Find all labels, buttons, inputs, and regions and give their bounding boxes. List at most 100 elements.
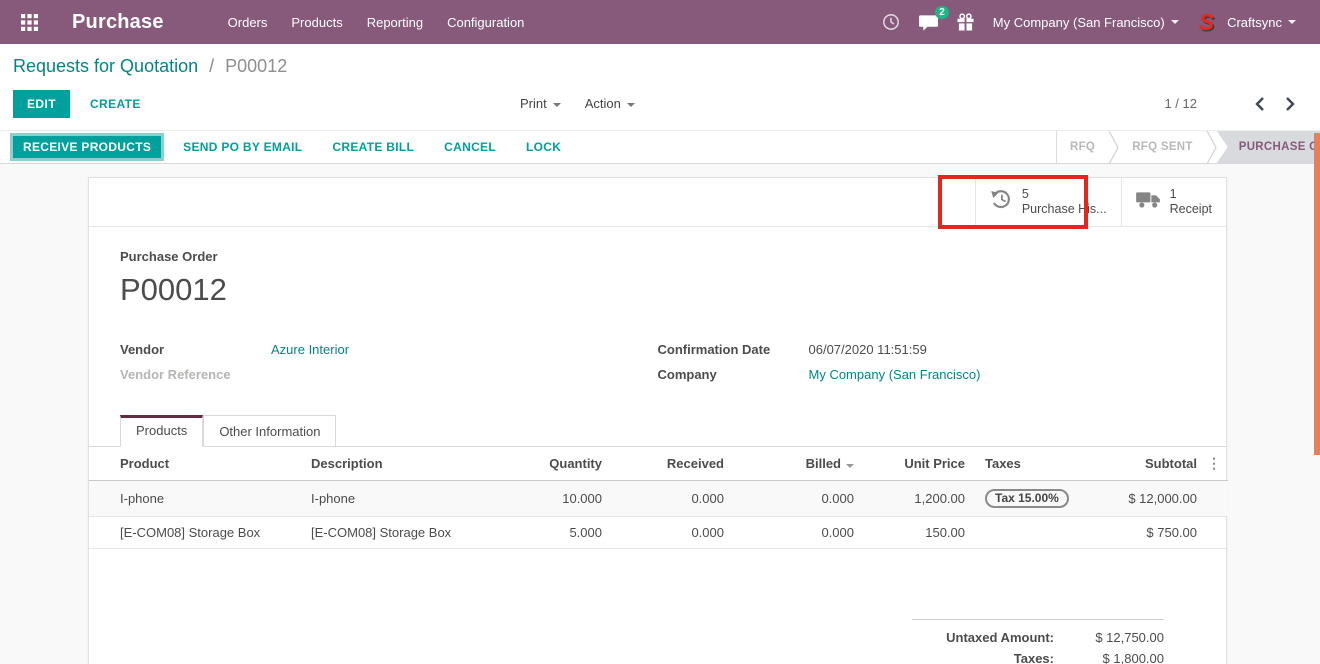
action-menu-button[interactable]: Action xyxy=(585,96,635,111)
chevron-down-icon xyxy=(1171,20,1179,24)
print-menu-button[interactable]: Print xyxy=(520,96,561,111)
app-name[interactable]: Purchase xyxy=(72,11,164,34)
control-buttons-row: EDIT CREATE Print Action 1 / 12 xyxy=(13,90,1307,117)
send-po-by-email-button[interactable]: SEND PO BY EMAIL xyxy=(172,134,313,160)
header-product[interactable]: Product xyxy=(89,447,301,481)
header-received[interactable]: Received xyxy=(612,447,734,481)
breadcrumb-separator: / xyxy=(209,56,214,76)
untaxed-amount-row: Untaxed Amount: $ 12,750.00 xyxy=(912,627,1164,648)
edit-button[interactable]: EDIT xyxy=(13,90,70,118)
company-switcher-label: My Company (San Francisco) xyxy=(993,15,1165,30)
cell-quantity: 10.000 xyxy=(492,481,612,517)
table-header-row: Product Description Quantity Received Bi… xyxy=(89,447,1228,481)
stage-separator-icon xyxy=(1206,131,1217,163)
cell-product: I-phone xyxy=(89,481,301,517)
statusbar-buttons: RECEIVE PRODUCTS SEND PO BY EMAIL CREATE… xyxy=(0,131,1056,163)
header-unit-price[interactable]: Unit Price xyxy=(864,447,975,481)
cell-quantity: 5.000 xyxy=(492,517,612,549)
company-label: Company xyxy=(658,367,809,382)
company-switcher[interactable]: My Company (San Francisco) xyxy=(983,9,1189,36)
pager: 1 / 12 xyxy=(1164,96,1307,111)
statusbar: RECEIVE PRODUCTS SEND PO BY EMAIL CREATE… xyxy=(0,130,1320,164)
menu-configuration[interactable]: Configuration xyxy=(435,8,536,37)
tab-other-information[interactable]: Other Information xyxy=(203,415,336,446)
message-count-badge: 2 xyxy=(935,6,949,19)
confirmation-date-value: 06/07/2020 11:51:59 xyxy=(809,342,1196,357)
stage-purchase-order[interactable]: PURCHASE ORDER xyxy=(1217,131,1320,163)
vendor-reference-value xyxy=(271,367,658,382)
pager-previous-icon[interactable] xyxy=(1255,97,1264,111)
pager-value: 1 / 12 xyxy=(1164,96,1197,111)
user-name: Craftsync xyxy=(1227,15,1282,30)
table-row[interactable]: I-phone I-phone 10.000 0.000 0.000 1,200… xyxy=(89,481,1228,517)
cell-received: 0.000 xyxy=(612,481,734,517)
stage-rfq-sent[interactable]: RFQ SENT xyxy=(1119,131,1206,163)
menu-products[interactable]: Products xyxy=(279,8,354,37)
field-groups: Vendor Azure Interior Vendor Reference C… xyxy=(120,342,1195,382)
header-description[interactable]: Description xyxy=(301,447,492,481)
main-menu: Orders Products Reporting Configuration xyxy=(216,8,537,37)
tab-products[interactable]: Products xyxy=(120,415,203,447)
create-bill-button[interactable]: CREATE BILL xyxy=(321,134,425,160)
cell-description: [E-COM08] Storage Box xyxy=(301,517,492,549)
document-type-label: Purchase Order xyxy=(120,249,1195,264)
apps-grid-icon[interactable] xyxy=(14,7,44,37)
purchase-history-count: 5 xyxy=(1022,187,1107,202)
untaxed-amount-value: $ 12,750.00 xyxy=(1054,630,1164,645)
right-field-column: Confirmation Date 06/07/2020 11:51:59 Co… xyxy=(658,342,1196,382)
menu-orders[interactable]: Orders xyxy=(216,8,280,37)
purchase-history-smart-button[interactable]: 5 Purchase His... xyxy=(975,178,1121,226)
receipt-count: 1 xyxy=(1170,187,1212,202)
company-value: My Company (San Francisco) xyxy=(809,367,1196,382)
header-quantity[interactable]: Quantity xyxy=(492,447,612,481)
order-lines-table: Product Description Quantity Received Bi… xyxy=(89,447,1226,549)
order-name: P00012 xyxy=(120,272,1195,308)
table-row[interactable]: [E-COM08] Storage Box [E-COM08] Storage … xyxy=(89,517,1228,549)
header-billed[interactable]: Billed xyxy=(734,447,864,481)
truck-icon xyxy=(1136,190,1161,214)
top-navbar: Purchase Orders Products Reporting Confi… xyxy=(0,0,1320,44)
header-subtotal[interactable]: Subtotal xyxy=(1095,447,1207,481)
taxes-value: $ 1,800.00 xyxy=(1054,651,1164,664)
header-taxes[interactable]: Taxes xyxy=(975,447,1095,481)
menu-reporting[interactable]: Reporting xyxy=(355,8,435,37)
cell-subtotal: $ 12,000.00 xyxy=(1095,481,1207,517)
company-link[interactable]: My Company (San Francisco) xyxy=(809,367,981,382)
purchase-history-label: Purchase His... xyxy=(1022,202,1107,216)
stage-separator-icon xyxy=(1108,131,1119,163)
taxes-row: Taxes: $ 1,800.00 xyxy=(912,648,1164,664)
cell-billed: 0.000 xyxy=(734,517,864,549)
cell-unit-price: 1,200.00 xyxy=(864,481,975,517)
lock-button[interactable]: LOCK xyxy=(515,134,572,160)
breadcrumb-current: P00012 xyxy=(225,56,287,76)
sheet-body: Purchase Order P00012 Vendor Azure Inter… xyxy=(89,227,1226,664)
systray: 2 My Company (San Francisco) S Craftsync xyxy=(873,5,1306,39)
user-menu[interactable]: S Craftsync xyxy=(1189,5,1306,39)
confirmation-date-label: Confirmation Date xyxy=(658,342,809,357)
receive-products-button[interactable]: RECEIVE PRODUCTS xyxy=(10,133,164,161)
gift-icon[interactable] xyxy=(948,7,983,37)
cancel-button[interactable]: CANCEL xyxy=(433,134,507,160)
vendor-label: Vendor xyxy=(120,342,271,357)
content-area: 5 Purchase His... 1 Receipt xyxy=(0,177,1320,664)
cell-taxes: Tax 15.00% xyxy=(975,481,1095,517)
receipt-smart-button[interactable]: 1 Receipt xyxy=(1121,178,1226,226)
breadcrumb-parent-link[interactable]: Requests for Quotation xyxy=(13,56,198,76)
chevron-down-icon xyxy=(1288,20,1296,24)
optional-columns-icon[interactable]: ⋮ xyxy=(1207,447,1228,481)
vendor-reference-label: Vendor Reference xyxy=(120,367,271,382)
taxes-label: Taxes: xyxy=(1014,651,1054,664)
smart-buttons-row: 5 Purchase His... 1 Receipt xyxy=(89,178,1226,227)
action-menus: Print Action xyxy=(520,96,635,111)
form-sheet: 5 Purchase His... 1 Receipt xyxy=(88,177,1227,664)
vendor-link[interactable]: Azure Interior xyxy=(271,342,349,357)
action-menu-label: Action xyxy=(585,96,621,111)
pager-next-icon[interactable] xyxy=(1286,97,1295,111)
activities-clock-icon[interactable] xyxy=(873,7,909,37)
cell-billed: 0.000 xyxy=(734,481,864,517)
chevron-down-icon xyxy=(627,103,635,107)
create-button[interactable]: CREATE xyxy=(90,97,141,111)
sort-caret-icon xyxy=(846,464,854,468)
stage-rfq[interactable]: RFQ xyxy=(1057,131,1108,163)
messages-icon[interactable]: 2 xyxy=(909,7,948,38)
